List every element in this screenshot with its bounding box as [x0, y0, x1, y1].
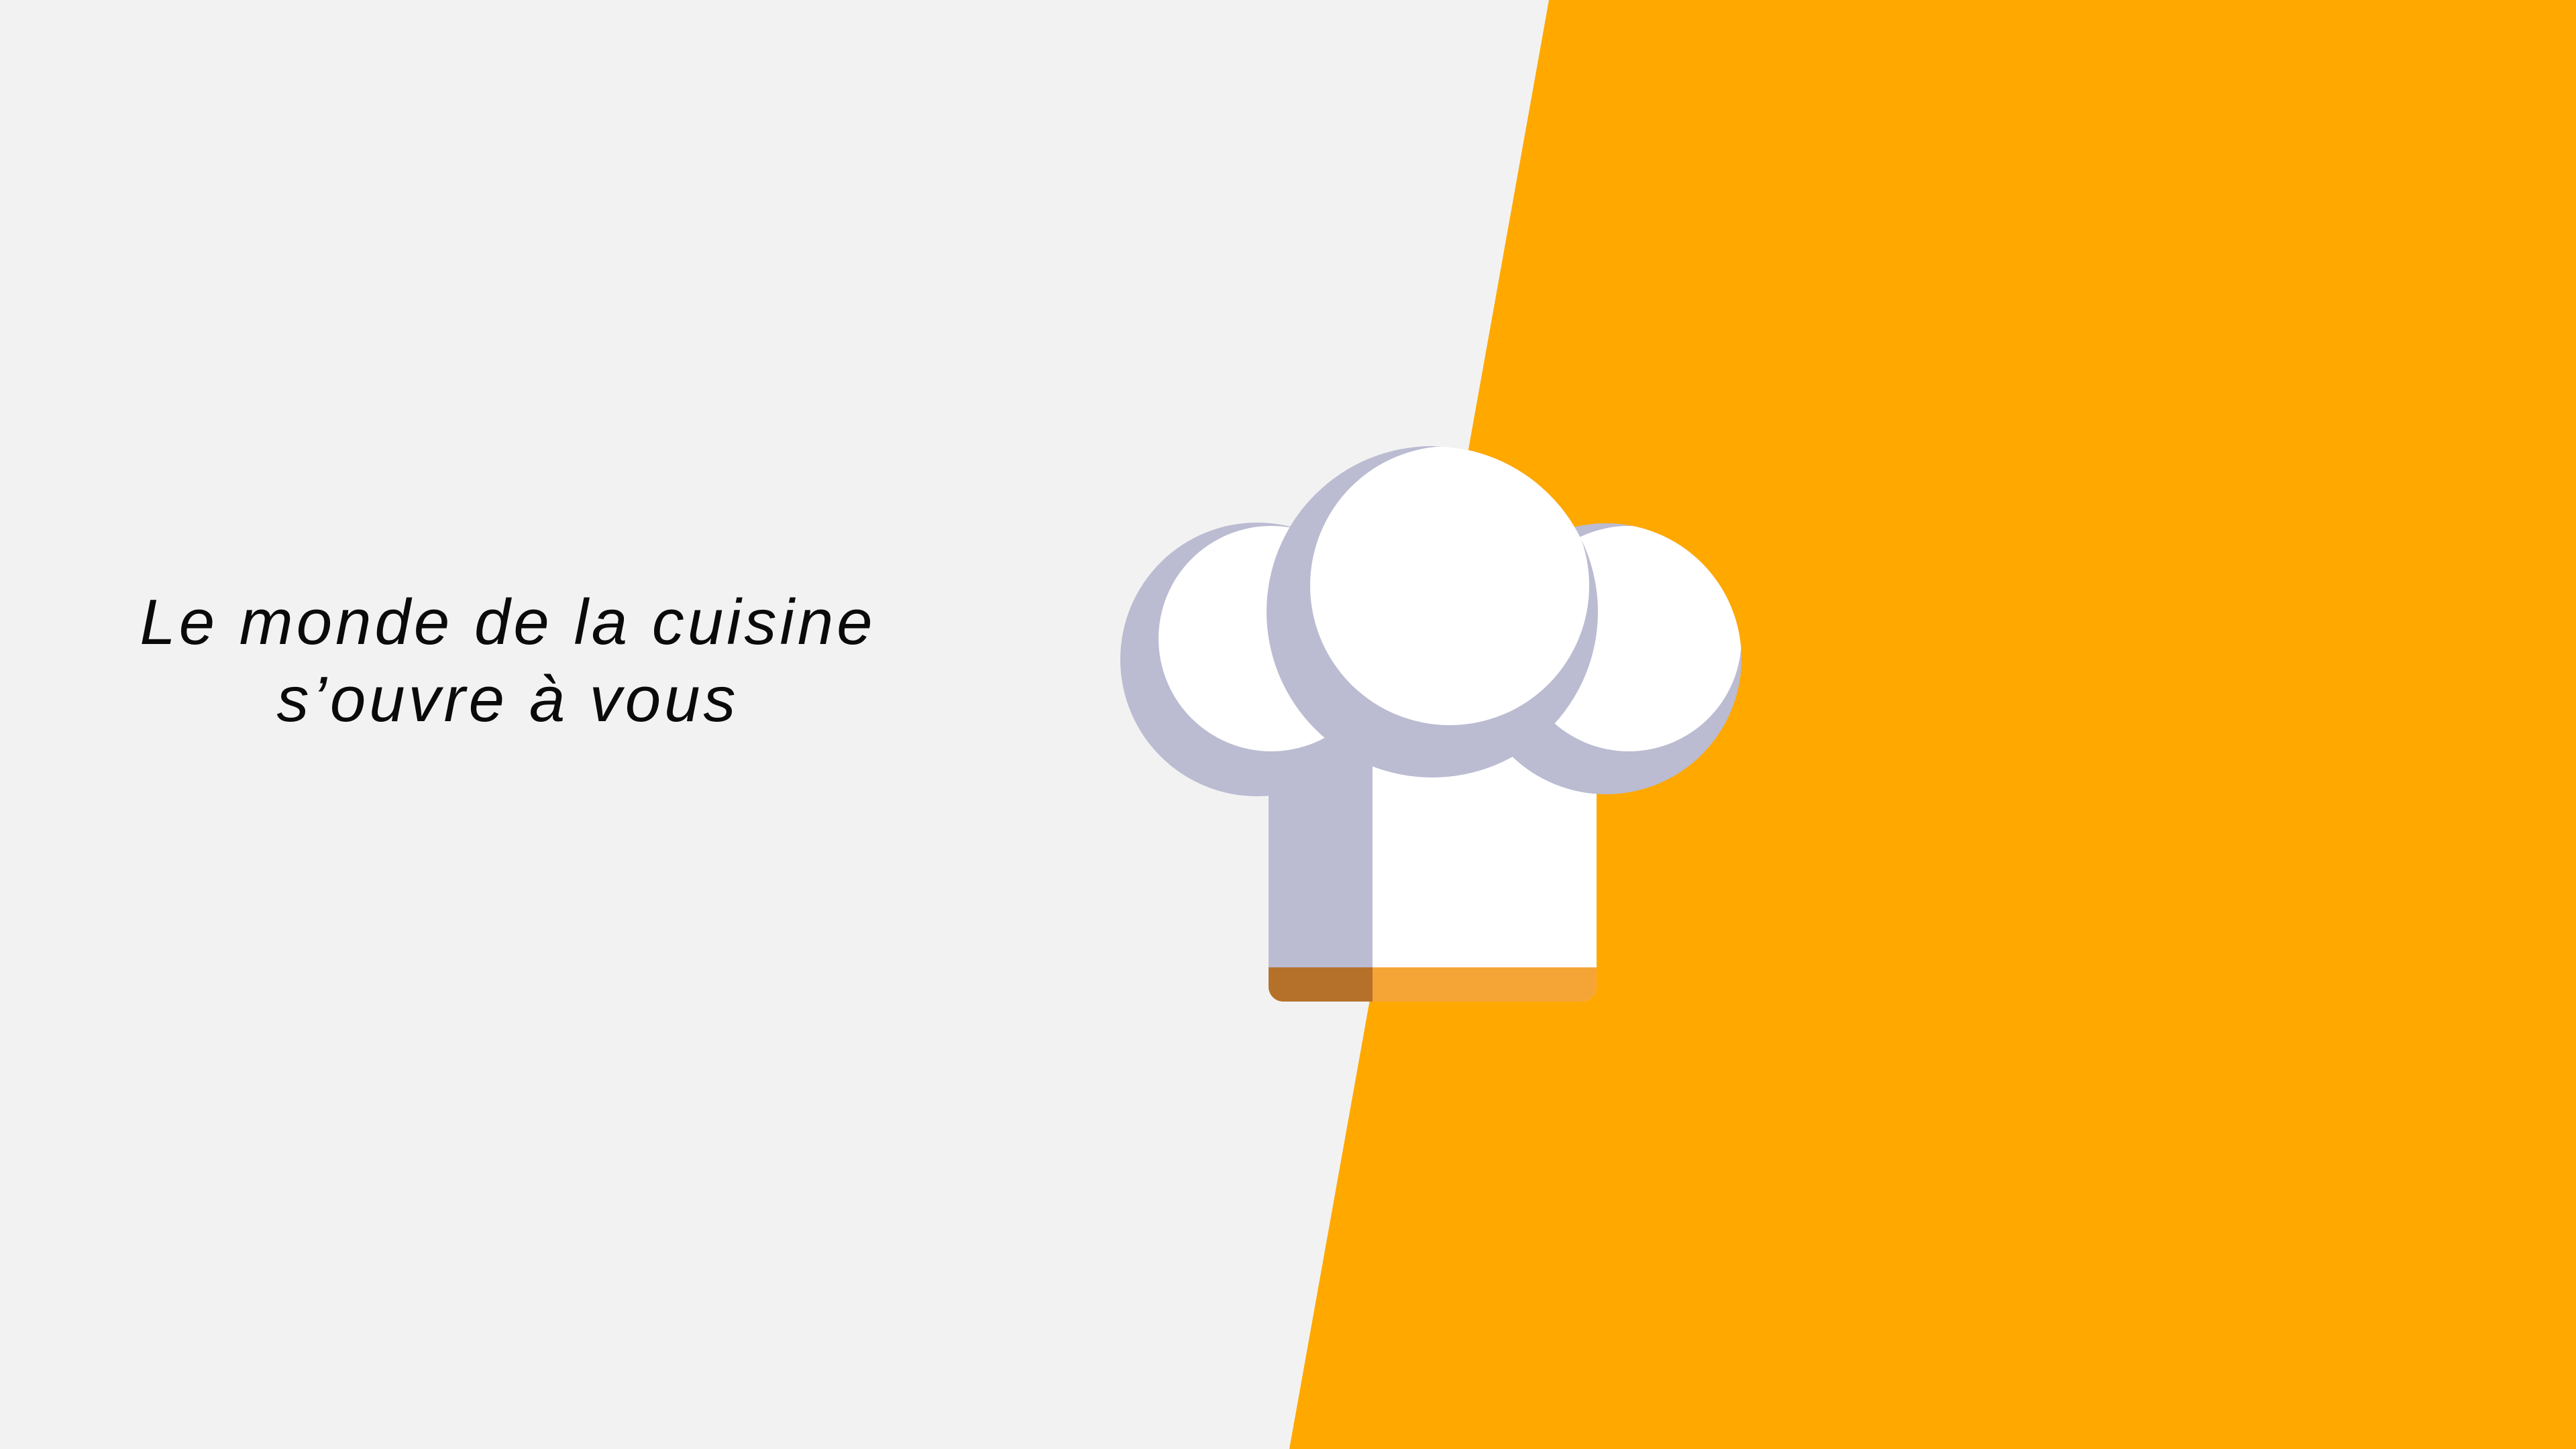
- hat-puff-middle: [1267, 446, 1598, 777]
- chef-hat-icon: [1120, 446, 1741, 1002]
